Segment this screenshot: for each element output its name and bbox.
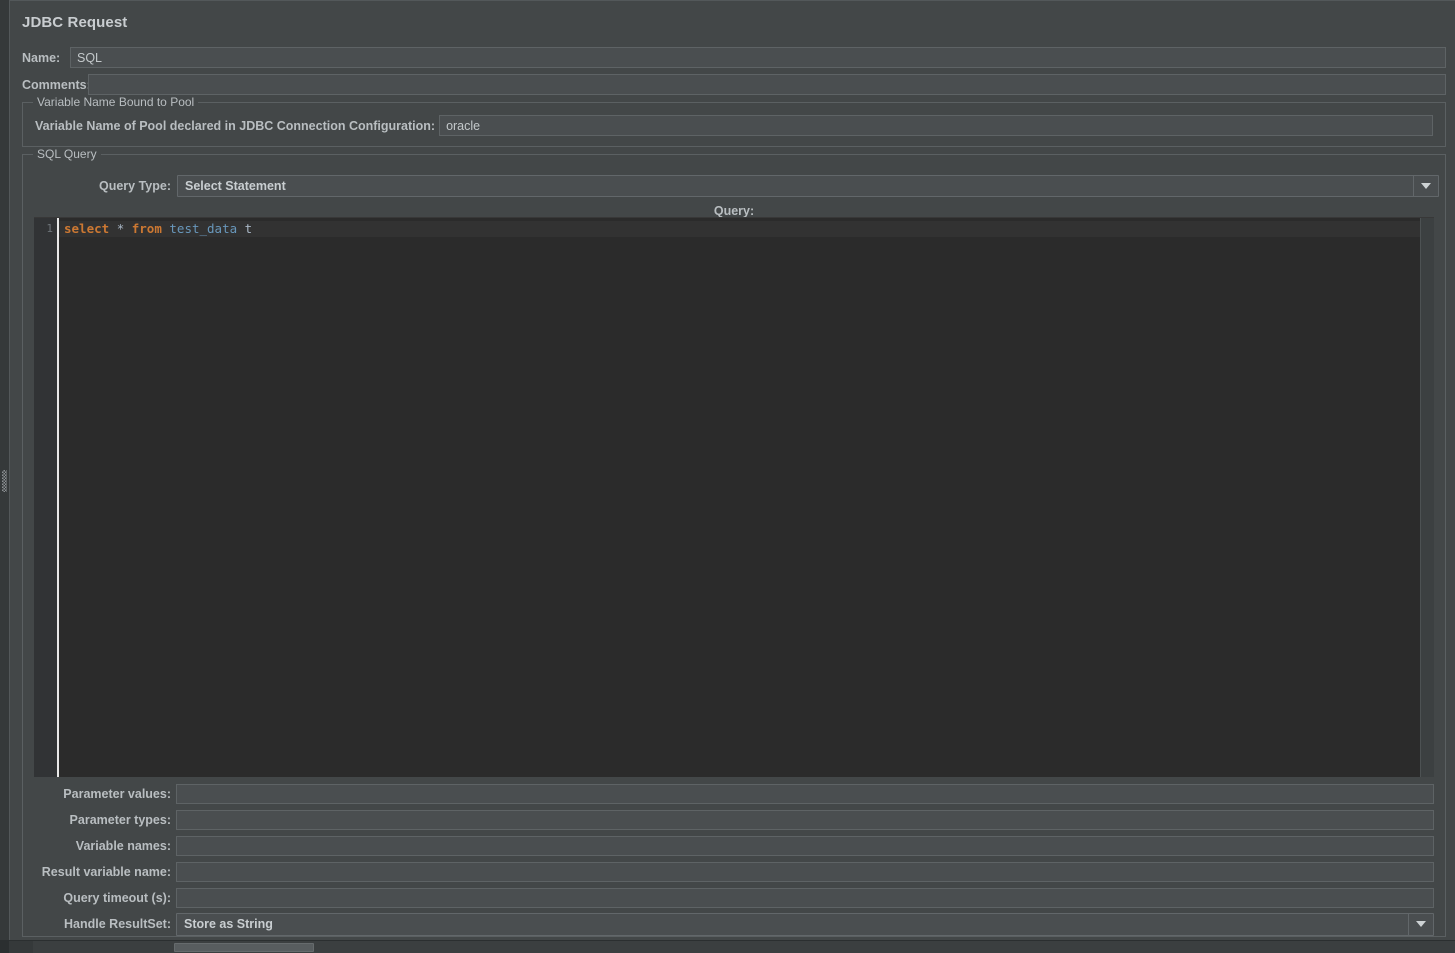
name-label: Name: (22, 50, 61, 65)
comments-label: Comments: (22, 77, 91, 92)
pool-group-title: Variable Name Bound to Pool (33, 95, 199, 109)
horizontal-scrollbar-thumb[interactable] (174, 943, 314, 952)
name-row: Name: SQL (22, 47, 1446, 68)
sql-query-group: SQL Query Query Type: Select Statement Q… (22, 147, 1446, 937)
chevron-down-icon[interactable] (1413, 176, 1438, 196)
variable-name-bound-to-pool-group: Variable Name Bound to Pool Variable Nam… (22, 95, 1446, 147)
query-type-label: Query Type: (98, 179, 171, 193)
editor-code-area[interactable]: select * from test_data t (59, 218, 1434, 777)
form-row: Handle ResultSet: Store as String (34, 911, 1434, 937)
page-title: JDBC Request (22, 14, 128, 31)
comments-input[interactable] (88, 74, 1446, 95)
form-row: Query timeout (s): (34, 885, 1434, 911)
jdbc-parameters-form: Parameter values: Parameter types: Variabl… (34, 781, 1434, 937)
editor-line-number-gutter: 1 (34, 218, 57, 777)
drag-handle-icon[interactable] (2, 470, 7, 492)
form-row: Variable names: (34, 833, 1434, 859)
field-label: Variable names: (75, 839, 171, 853)
field-input[interactable] (176, 862, 1434, 882)
handle-resultset-value: Store as String (184, 917, 273, 931)
handle-resultset-select[interactable]: Store as String (176, 912, 1434, 936)
code-token-op (237, 221, 245, 236)
scrollbar-corner (9, 941, 33, 953)
field-label: Result variable name: (41, 865, 171, 879)
field-label: Parameter types: (69, 813, 171, 827)
query-type-row: Query Type: Select Statement (83, 175, 1439, 197)
field-label: Handle ResultSet: (64, 917, 171, 931)
horizontal-scrollbar[interactable] (9, 940, 1455, 953)
chevron-down-icon[interactable] (1408, 913, 1433, 935)
query-caption: Query: (713, 204, 755, 218)
query-type-select[interactable]: Select Statement (177, 175, 1439, 197)
form-row: Parameter types: (34, 807, 1434, 833)
editor-line-number: 1 (46, 222, 53, 235)
pool-variable-row: Variable Name of Pool declared in JDBC C… (35, 115, 1433, 136)
code-token-id: test_data (169, 221, 238, 236)
jdbc-request-panel: JDBC Request Name: SQL Comments: Variabl… (9, 0, 1455, 940)
name-input[interactable]: SQL (70, 47, 1446, 68)
field-label: Query timeout (s): (63, 891, 171, 905)
field-input[interactable] (176, 810, 1434, 830)
field-label: Parameter values: (63, 787, 171, 801)
field-input[interactable] (176, 784, 1434, 804)
code-token-op (109, 221, 117, 236)
jdbc-request-window: JDBC Request Name: SQL Comments: Variabl… (0, 0, 1455, 953)
pool-variable-label: Variable Name of Pool declared in JDBC C… (35, 118, 436, 133)
pool-variable-input[interactable]: oracle (439, 115, 1433, 136)
field-input[interactable] (176, 888, 1434, 908)
form-row: Parameter values: (34, 781, 1434, 807)
sql-group-title: SQL Query (33, 147, 101, 161)
code-token-alias: t (244, 221, 253, 236)
code-token-op (124, 221, 132, 236)
editor-vertical-scrollbar[interactable] (1420, 218, 1434, 777)
query-type-value: Select Statement (185, 179, 286, 193)
field-input[interactable] (176, 836, 1434, 856)
editor-code-line[interactable]: select * from test_data t (59, 221, 1434, 237)
comments-row: Comments: (22, 74, 1446, 95)
code-token-kw: from (131, 221, 162, 236)
code-token-kw: select (64, 221, 110, 236)
sql-query-editor[interactable]: 1 select * from test_data t (34, 217, 1434, 777)
form-row: Result variable name: (34, 859, 1434, 885)
